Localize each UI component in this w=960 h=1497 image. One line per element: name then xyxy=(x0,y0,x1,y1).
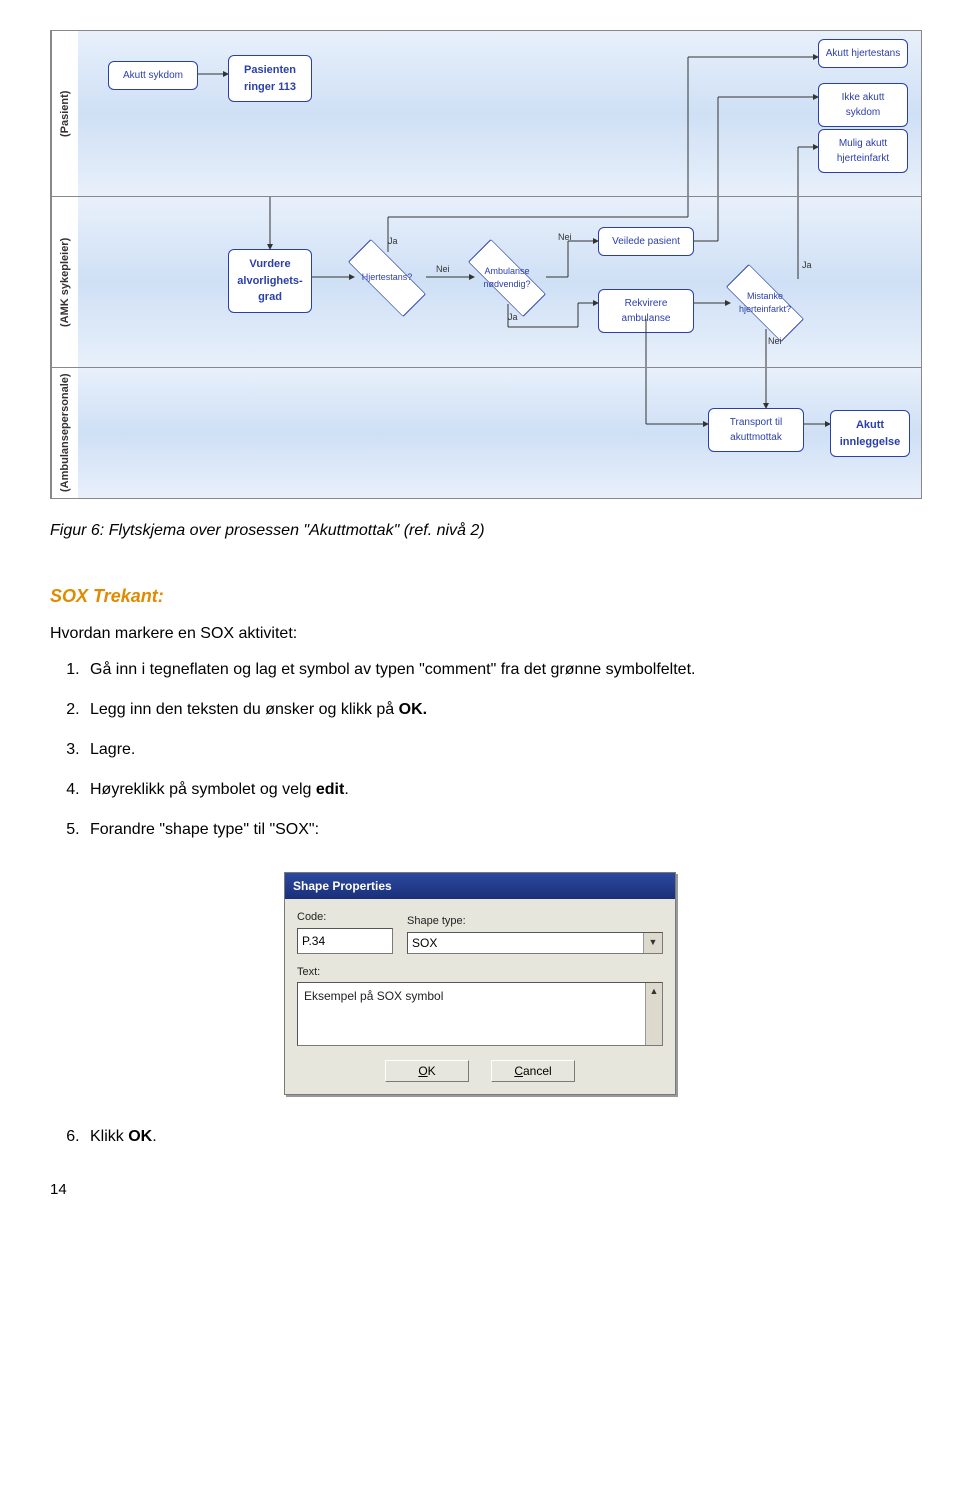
lane-ambulanse: (Ambulansepersonale) Transport til akutt… xyxy=(51,368,921,498)
node-transport: Transport til akuttmottak xyxy=(708,408,804,452)
label-ja-1: Ja xyxy=(388,235,398,249)
cancel-button[interactable]: Cancel xyxy=(491,1060,575,1082)
lane-label-amk: (AMK sykepleier) xyxy=(51,197,78,367)
flowchart: (Pasient) Akutt sykdom Pasienten ringer … xyxy=(50,30,922,499)
node-veilede-pasient: Veilede pasient xyxy=(598,227,694,256)
step-1: Gå inn i tegneflaten og lag et symbol av… xyxy=(84,658,910,682)
lane-label-ambulanse: (Ambulansepersonale) xyxy=(51,368,78,498)
node-akutt-sykdom: Akutt sykdom xyxy=(108,61,198,90)
text-label: Text: xyxy=(297,964,663,981)
node-rekvirere-ambulanse: Rekvirere ambulanse xyxy=(598,289,694,333)
lane-label-pasient: (Pasient) xyxy=(51,31,78,196)
step-6: Klikk OK. xyxy=(84,1125,910,1149)
dialog-title: Shape Properties xyxy=(285,873,675,899)
node-pasienten-ringer: Pasienten ringer 113 xyxy=(228,55,312,102)
label-nei-3: Nei xyxy=(768,335,782,349)
node-ikke-akutt-sykdom: Ikke akutt sykdom xyxy=(818,83,908,127)
label-ja-3: Ja xyxy=(802,259,812,273)
node-ambulanse-nodv: Ambulanse nødvendig? xyxy=(468,252,546,304)
node-hjertestans: Hjertestans? xyxy=(348,252,426,304)
node-akutt-innleggelse: Akutt innleggelse xyxy=(830,410,910,457)
lane-amk: (AMK sykepleier) Vurdere alvorlighets-gr… xyxy=(51,197,921,368)
step-4: Høyreklikk på symbolet og velg edit. xyxy=(84,778,910,802)
figure-caption: Figur 6: Flytskjema over prosessen "Akut… xyxy=(50,519,910,543)
code-field[interactable]: P.34 xyxy=(297,928,393,954)
section-heading: SOX Trekant: xyxy=(50,583,910,610)
label-ja-2: Ja xyxy=(508,311,518,325)
connectors-lane1 xyxy=(78,31,918,196)
textarea-scroll-up-icon[interactable]: ▲ xyxy=(645,983,662,1045)
node-vurdere: Vurdere alvorlighets-grad xyxy=(228,249,312,313)
shape-type-label: Shape type: xyxy=(407,913,663,930)
lane-pasient: (Pasient) Akutt sykdom Pasienten ringer … xyxy=(51,31,921,197)
intro-text: Hvordan markere en SOX aktivitet: xyxy=(50,622,910,646)
shape-type-select[interactable]: ▼ xyxy=(407,932,663,954)
text-field[interactable]: Eksempel på SOX symbol ▲ xyxy=(297,982,663,1046)
chevron-down-icon[interactable]: ▼ xyxy=(643,933,662,953)
step-3: Lagre. xyxy=(84,738,910,762)
steps-list: Gå inn i tegneflaten og lag et symbol av… xyxy=(50,658,910,842)
step-2: Legg inn den teksten du ønsker og klikk … xyxy=(84,698,910,722)
label-nei-1: Nei xyxy=(436,263,450,277)
code-label: Code: xyxy=(297,909,393,926)
page-number: 14 xyxy=(50,1179,910,1202)
steps-list-continued: Klikk OK. xyxy=(50,1125,910,1149)
label-nei-2: Nei xyxy=(558,231,572,245)
ok-button[interactable]: OK xyxy=(385,1060,469,1082)
node-mulig-akutt-hjerteinfarkt: Mulig akutt hjerteinfarkt xyxy=(818,129,908,173)
step-5: Forandre "shape type" til "SOX": xyxy=(84,818,910,842)
shape-type-input[interactable] xyxy=(408,933,643,953)
node-mistanke-hjerteinfarkt: Mistanke hjerteinfarkt? xyxy=(726,277,804,329)
shape-properties-dialog: Shape Properties Code: P.34 Shape type: … xyxy=(284,872,676,1095)
node-akutt-hjertestans: Akutt hjertestans xyxy=(818,39,908,68)
